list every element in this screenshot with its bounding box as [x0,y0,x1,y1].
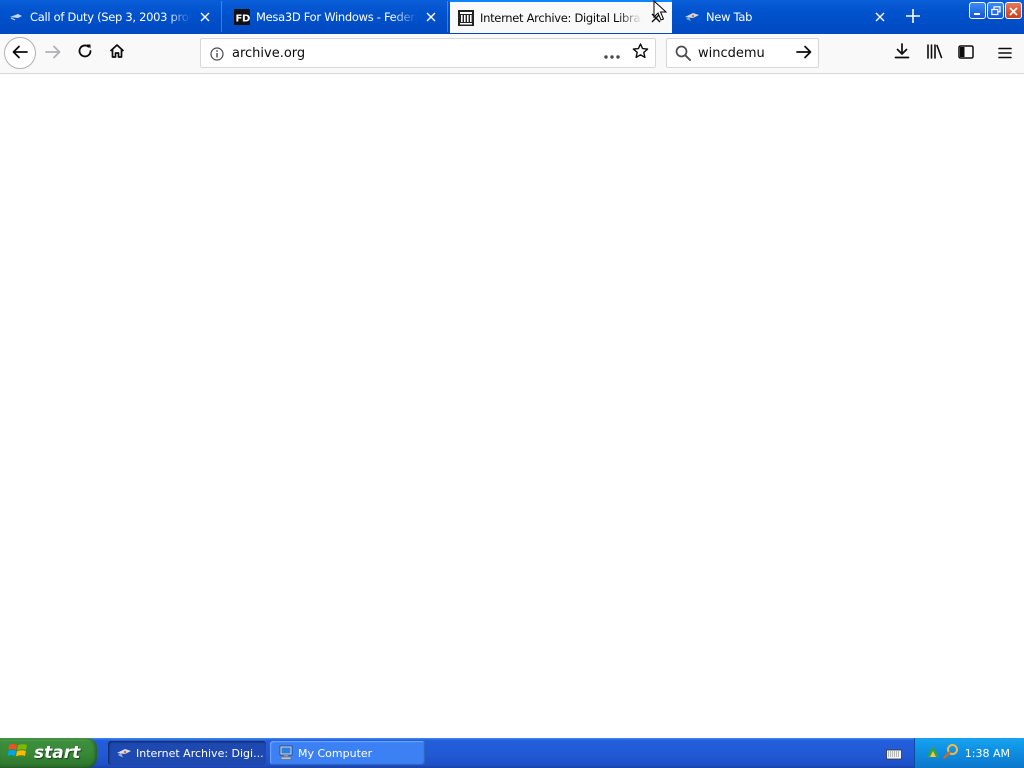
start-label: start [34,743,81,763]
sidebar-icon [958,44,974,63]
tab-title: Call of Duty (Sep 3, 2003 prototype) [30,9,191,24]
my-computer-icon [278,745,294,761]
tab-title: Mesa3D For Windows - Federico Dossena [256,9,417,24]
start-button[interactable]: start [0,738,97,768]
page-content[interactable] [0,74,1024,738]
tab-new-tab[interactable]: New Tab [676,1,896,32]
minimize-button[interactable] [969,2,986,19]
firefox-icon [684,9,700,25]
forward-button[interactable] [39,39,67,67]
search-go-button[interactable] [794,43,814,63]
navigation-toolbar: archive.org wincdemu [0,34,1024,74]
ellipsis-icon [604,44,620,63]
taskbar-button-label: Internet Archive: Digi... [136,746,264,760]
fd-logo-icon: FD [234,8,251,25]
search-icon [675,45,691,61]
close-icon[interactable] [421,7,441,27]
sidebar-toggle-button[interactable] [952,39,980,67]
library-button[interactable] [920,39,948,67]
back-button[interactable] [4,37,36,69]
hamburger-icon [998,44,1012,63]
mouse-cursor-icon [653,0,668,22]
tab-internet-archive[interactable]: Internet Archive: Digital Library of Fre… [450,0,672,33]
taskbar-button-internet-archive[interactable]: Internet Archive: Digi... [108,741,266,765]
arrow-right-icon [796,44,812,63]
window-close-button[interactable] [1005,2,1022,19]
arrow-left-icon [12,44,28,63]
tab-mesa3d[interactable]: FD Mesa3D For Windows - Federico Dossena [226,1,448,32]
network-icon[interactable] [925,743,941,763]
minimize-icon [973,1,982,20]
close-icon [1009,1,1018,20]
menu-button[interactable] [991,39,1019,67]
taskbar-button-my-computer[interactable]: My Computer [270,741,425,765]
reload-icon [77,43,93,63]
clock[interactable]: 1:38 AM [965,747,1010,760]
close-icon[interactable] [195,7,215,27]
tab-call-of-duty[interactable]: Call of Duty (Sep 3, 2003 prototype) [0,1,222,32]
home-button[interactable] [103,39,131,67]
svg-text:FD: FD [236,13,251,24]
search-icon[interactable] [943,743,959,763]
keyboard-icon[interactable] [886,746,902,760]
tab-strip: Call of Duty (Sep 3, 2003 prototype) FD … [0,0,1024,34]
reload-button[interactable] [71,39,99,67]
archive-temple-icon [458,9,474,26]
tab-title: Internet Archive: Digital Library of Fre… [480,10,642,25]
screen: Call of Duty (Sep 3, 2003 prototype) FD … [0,0,1024,768]
info-icon[interactable] [210,46,224,61]
url-text[interactable]: archive.org [232,46,601,61]
windows-logo-icon [7,742,28,764]
library-icon [926,43,943,63]
taskbar-button-label: My Computer [298,746,373,760]
arrow-right-icon [45,44,61,63]
bookmark-star-button[interactable] [629,43,651,63]
tab-title: New Tab [706,9,753,24]
star-icon [632,43,649,63]
restore-icon [990,1,1001,20]
download-icon [894,43,910,63]
system-tray: 1:38 AM [914,738,1024,768]
url-bar[interactable]: archive.org [200,38,656,68]
search-bar[interactable]: wincdemu [666,38,819,68]
plus-icon [906,8,920,27]
close-icon[interactable] [870,7,890,27]
page-actions-button[interactable] [601,43,623,63]
home-icon [109,43,125,63]
downloads-button[interactable] [888,39,916,67]
tab-favicon-generic-icon [8,9,24,25]
restore-button[interactable] [987,2,1004,19]
firefox-icon [116,745,132,761]
taskbar: start Internet Archive: Digi... My Compu… [0,738,1024,768]
search-input[interactable]: wincdemu [698,46,794,61]
new-tab-button[interactable] [900,4,926,30]
